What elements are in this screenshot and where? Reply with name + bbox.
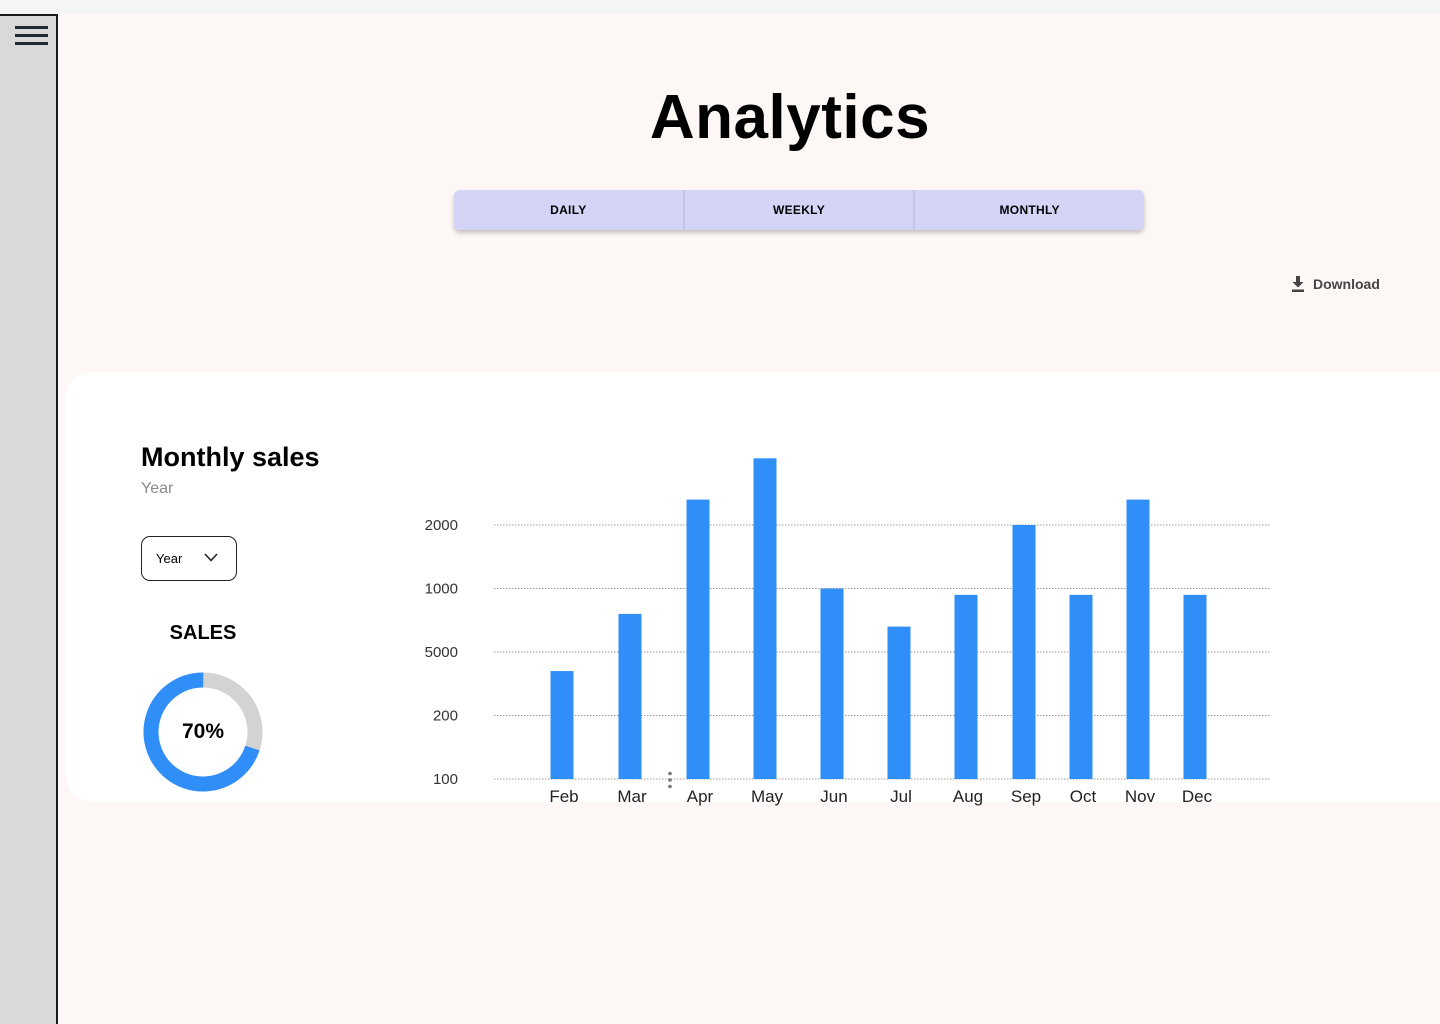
sales-label: SALES [169,622,237,644]
page-title: Analytics [649,83,931,152]
sales-percent: 70% [181,720,225,743]
sales-card: Monthly sales Year Year SALES 70% [66,372,1440,802]
tab-daily[interactable]: DAILY [454,190,685,230]
tab-weekly[interactable]: WEEKLY [685,190,916,230]
card-title: Monthly sales [141,442,320,472]
top-strip [0,0,1440,14]
download-icon [1292,276,1304,292]
download-label: Download [1313,276,1380,292]
year-select[interactable]: Year [141,536,237,581]
tab-monthly[interactable]: MONTHLY [915,190,1144,230]
sidebar [0,14,58,1024]
period-tabs: DAILY WEEKLY MONTHLY [454,190,1144,230]
download-button[interactable]: Download [1290,274,1380,294]
more-options-icon[interactable] [667,771,673,789]
year-select-value: Year [156,551,183,566]
hamburger-menu-icon[interactable] [15,26,49,48]
chevron-down-icon [204,553,218,562]
card-subtitle: Year [141,480,174,497]
